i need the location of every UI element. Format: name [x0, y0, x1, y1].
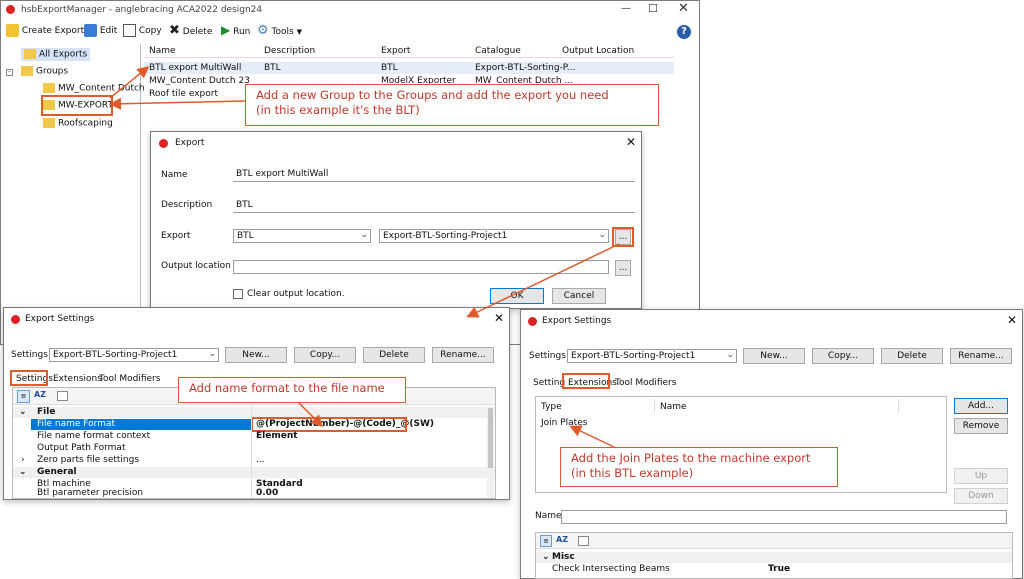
join-plates-callout: Add the Join Plates to the machine expor… [560, 447, 838, 487]
groups-callout-line2: (in this example it's the BLT) [256, 103, 420, 117]
groups-callout-line1: Add a new Group to the Groups and add th… [256, 88, 609, 102]
join-plates-callout-line2: (in this BTL example) [571, 466, 694, 480]
arrow-to-join-plates [569, 425, 615, 448]
join-plates-callout-line1: Add the Join Plates to the machine expor… [571, 451, 811, 465]
name-format-callout-text: Add name format to the file name [189, 381, 385, 395]
arrow-to-settings [466, 243, 620, 318]
groups-callout: Add a new Group to the Groups and add th… [245, 84, 659, 126]
arrow-to-group [109, 97, 246, 110]
arrow-to-list [109, 66, 150, 99]
name-format-callout: Add name format to the file name [178, 377, 406, 403]
